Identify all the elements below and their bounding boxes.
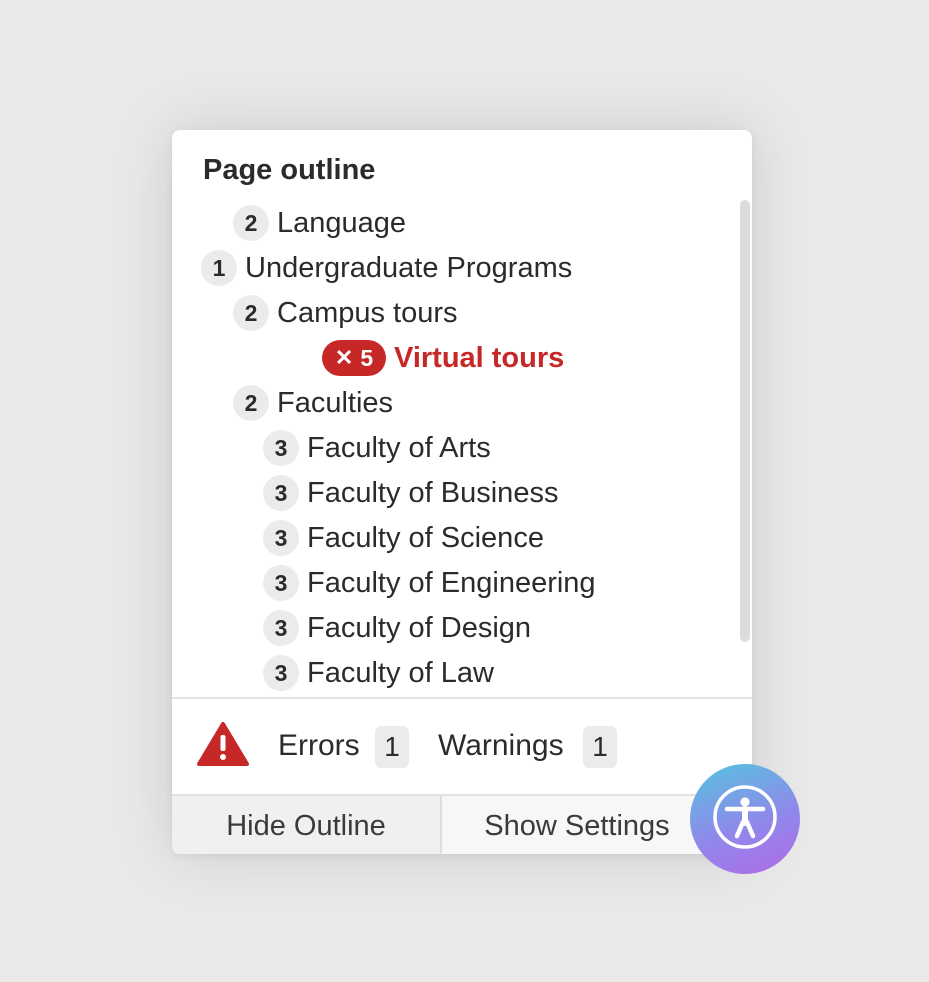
- errors-count-badge: 1: [375, 726, 409, 768]
- error-level-badge: ✕ 5: [322, 340, 386, 376]
- outline-item-label: Faculty of Business: [307, 476, 559, 509]
- heading-level-badge: 3: [263, 430, 299, 466]
- outline-item[interactable]: 3 Faculty of Arts: [263, 428, 491, 468]
- warnings-label: Warnings: [438, 729, 564, 762]
- warnings-count-badge: 1: [583, 726, 617, 768]
- outline-item[interactable]: 3 Faculty of Design: [263, 608, 531, 648]
- outline-item-label: Faculty of Arts: [307, 431, 491, 464]
- outline-item[interactable]: 2 Faculties: [233, 383, 393, 423]
- outline-item[interactable]: 1 Undergraduate Programs: [201, 248, 572, 288]
- outline-item-label: Undergraduate Programs: [245, 251, 573, 284]
- heading-level-badge: 3: [263, 520, 299, 556]
- button-bar: Hide Outline Show Settings: [172, 794, 752, 854]
- accessibility-button[interactable]: [690, 764, 800, 874]
- outline-item[interactable]: 3 Faculty of Law: [263, 653, 494, 693]
- outline-scrollbar[interactable]: [740, 200, 750, 642]
- outline-item-error[interactable]: ✕ 5 Virtual tours: [322, 338, 564, 378]
- accessibility-icon: [712, 784, 778, 855]
- outline-item[interactable]: 3 Faculty of Science: [263, 518, 544, 558]
- page-outline-panel: Page outline 2 Language 1 Undergraduate …: [172, 130, 752, 854]
- outline-item-label: Faculties: [277, 386, 394, 419]
- heading-level-badge: 2: [233, 385, 269, 421]
- heading-level-badge: 3: [263, 655, 299, 691]
- outline-item[interactable]: 3 Faculty of Engineering: [263, 563, 596, 603]
- outline-item[interactable]: 2 Language: [233, 203, 406, 243]
- outline-item-label: Language: [277, 206, 407, 239]
- warning-triangle-icon: [197, 721, 249, 772]
- outline-item-label: Faculty of Design: [307, 611, 532, 644]
- outline-item-label: Campus tours: [277, 296, 458, 329]
- heading-level-badge: 2: [233, 295, 269, 331]
- hide-outline-button[interactable]: Hide Outline: [172, 796, 442, 854]
- outline-item-label: Virtual tours: [394, 341, 565, 374]
- heading-level-badge: 1: [201, 250, 237, 286]
- outline-item-label: Faculty of Law: [307, 656, 494, 689]
- heading-level-number: 5: [360, 344, 374, 371]
- heading-level-badge: 3: [263, 610, 299, 646]
- outline-item[interactable]: 3 Faculty of Business: [263, 473, 558, 513]
- outline-item-label: Faculty of Science: [307, 521, 544, 554]
- panel-title: Page outline: [203, 154, 376, 186]
- status-bar: Errors 1 Warnings 1: [172, 699, 752, 794]
- heading-level-badge: 3: [263, 565, 299, 601]
- close-icon: ✕: [334, 345, 354, 370]
- heading-level-badge: 2: [233, 205, 269, 241]
- outline-item-label: Faculty of Engineering: [307, 566, 596, 599]
- errors-label: Errors: [278, 729, 360, 762]
- heading-level-badge: 3: [263, 475, 299, 511]
- outline-item[interactable]: 2 Campus tours: [233, 293, 458, 333]
- outline-list: 2 Language 1 Undergraduate Programs 2 Ca…: [172, 200, 737, 697]
